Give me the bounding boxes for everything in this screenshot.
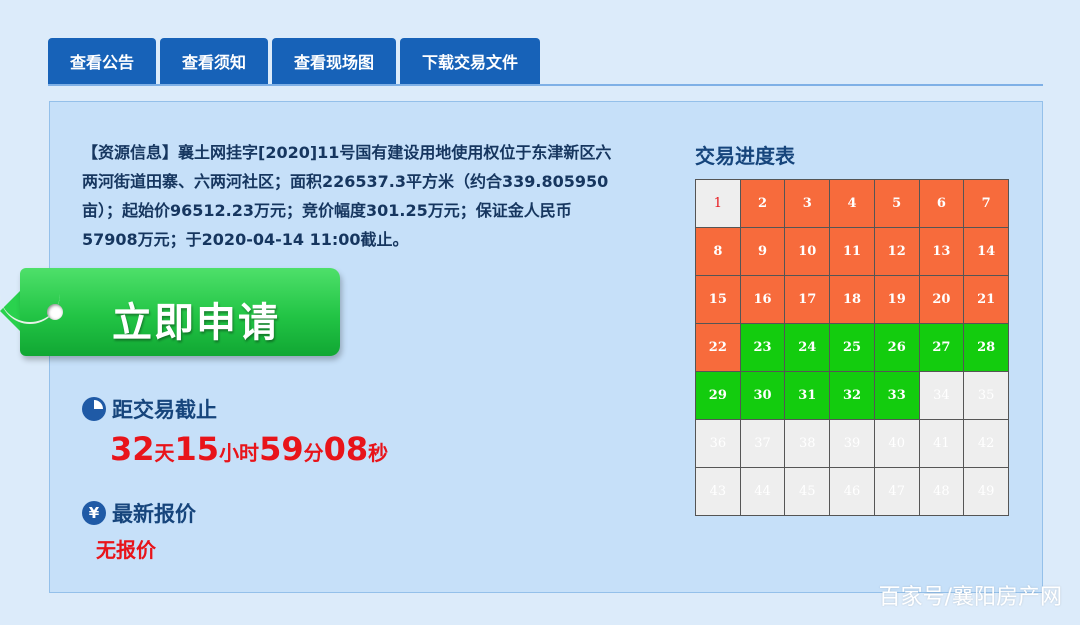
progress-cell: 24 (785, 324, 830, 371)
progress-cell: 13 (919, 228, 964, 275)
progress-cell: 30 (740, 372, 785, 419)
progress-cell: 29 (696, 372, 740, 419)
progress-cell: 44 (740, 468, 785, 515)
progress-cell: 34 (919, 372, 964, 419)
progress-cell: 27 (919, 324, 964, 371)
latest-price-heading-label: 最新报价 (112, 502, 196, 526)
progress-cell: 6 (919, 180, 964, 227)
progress-cell: 3 (785, 180, 830, 227)
progress-cell: 17 (785, 276, 830, 323)
countdown-minutes-unit: 分 (303, 441, 324, 465)
tab-view-announcement[interactable]: 查看公告 (48, 38, 157, 84)
progress-cell: 25 (830, 324, 874, 371)
yen-icon: ¥ (82, 501, 106, 525)
deadline-heading-label: 距交易截止 (112, 398, 217, 422)
apply-now-button[interactable]: 立即申请 (0, 266, 342, 360)
progress-cell: 49 (964, 468, 1008, 515)
progress-cell: 11 (830, 228, 874, 275)
progress-cell: 12 (874, 228, 919, 275)
progress-cell: 46 (830, 468, 874, 515)
tab-bar: 查看公告 查看须知 查看现场图 下载交易文件 (48, 38, 541, 84)
deadline-heading: 距交易截止 (82, 394, 217, 424)
countdown-seconds: 08 (323, 430, 369, 468)
progress-cell: 16 (740, 276, 785, 323)
countdown-seconds-unit: 秒 (368, 441, 389, 465)
progress-cell: 21 (964, 276, 1008, 323)
watermark: 百家号/襄阳房产网 (878, 585, 1062, 610)
progress-cell: 32 (830, 372, 874, 419)
progress-cell: 14 (964, 228, 1008, 275)
apply-now-label: 立即申请 (112, 300, 280, 346)
progress-cell: 31 (785, 372, 830, 419)
countdown-hours-unit: 小时 (219, 441, 260, 465)
progress-cell: 37 (740, 420, 785, 467)
progress-cell: 48 (919, 468, 964, 515)
tab-view-notice[interactable]: 查看须知 (160, 38, 269, 84)
progress-cell: 35 (964, 372, 1008, 419)
progress-cell: 7 (964, 180, 1008, 227)
progress-cell: 45 (785, 468, 830, 515)
progress-cell: 47 (874, 468, 919, 515)
progress-cell: 41 (919, 420, 964, 467)
progress-cell: 18 (830, 276, 874, 323)
countdown-days: 32 (110, 430, 155, 468)
progress-cell: 10 (785, 228, 830, 275)
countdown-timer: 32 天 15 小时 59 分 08 秒 (110, 430, 388, 468)
progress-cell: 1 (696, 180, 740, 227)
progress-cell: 28 (964, 324, 1008, 371)
tab-underline (48, 84, 1043, 86)
clock-icon (82, 397, 106, 421)
progress-cell: 4 (830, 180, 874, 227)
progress-cell: 42 (964, 420, 1008, 467)
progress-cell: 43 (696, 468, 740, 515)
progress-cell: 36 (696, 420, 740, 467)
progress-cell: 20 (919, 276, 964, 323)
progress-cell: 33 (874, 372, 919, 419)
countdown-minutes: 59 (259, 430, 304, 468)
progress-cell: 23 (740, 324, 785, 371)
progress-cell: 40 (874, 420, 919, 467)
progress-cell: 8 (696, 228, 740, 275)
tab-download-trade-files[interactable]: 下载交易文件 (400, 38, 541, 84)
progress-cell: 9 (740, 228, 785, 275)
tab-view-site-map[interactable]: 查看现场图 (272, 38, 397, 84)
countdown-hours: 15 (174, 430, 220, 468)
progress-cell: 2 (740, 180, 785, 227)
resource-info-text: 【资源信息】襄土网挂字[2020]11号国有建设用地使用权位于东津新区六两河街道… (82, 143, 612, 249)
countdown-days-unit: 天 (154, 441, 175, 465)
latest-price-value: 无报价 (96, 538, 156, 562)
progress-cell: 38 (785, 420, 830, 467)
progress-cell: 26 (874, 324, 919, 371)
progress-cell: 19 (874, 276, 919, 323)
progress-grid: 1 2 3 4 5 6 7 8 9 10 11 12 13 14 15 16 17 18 19 20 21 22 23 24 2… (695, 179, 1009, 516)
progress-cell: 39 (830, 420, 874, 467)
progress-cell: 22 (696, 324, 740, 371)
tag-hole (47, 304, 63, 320)
progress-table-title: 交易进度表 (695, 144, 795, 168)
latest-price-heading: ¥ 最新报价 (82, 498, 196, 528)
progress-cell: 15 (696, 276, 740, 323)
progress-cell: 5 (874, 180, 919, 227)
